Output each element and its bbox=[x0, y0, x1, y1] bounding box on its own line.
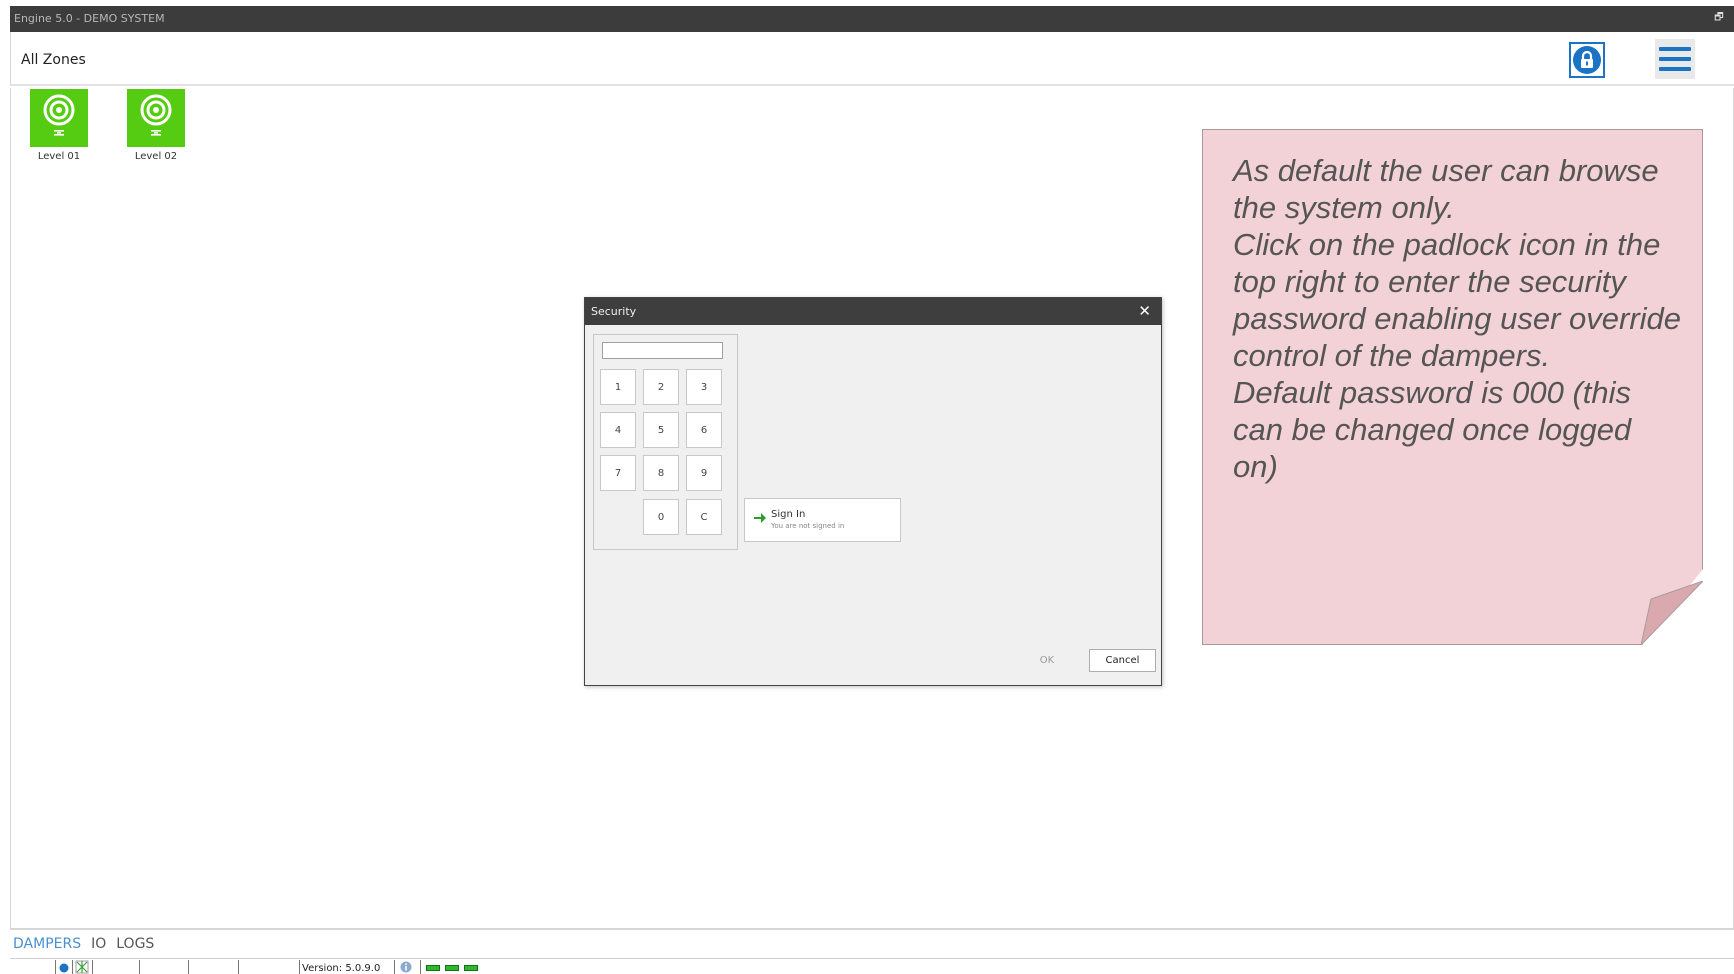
header-bar: All Zones bbox=[10, 32, 1734, 86]
tab-dampers[interactable]: DAMPERS bbox=[13, 936, 81, 954]
target-icon bbox=[43, 94, 75, 136]
tab-io[interactable]: IO bbox=[91, 936, 106, 954]
password-input[interactable] bbox=[602, 342, 723, 359]
zone-tile-level-02[interactable]: Level 02 bbox=[126, 89, 186, 162]
key-1-button[interactable]: 1 bbox=[600, 369, 636, 405]
status-divider bbox=[55, 960, 56, 974]
bottom-tabs: DAMPERS IO LOGS bbox=[13, 936, 154, 954]
zone-icon-box bbox=[30, 89, 88, 147]
status-bar: Version: 5.0.9.0 bbox=[10, 958, 1734, 974]
sign-in-label: Sign In bbox=[771, 509, 806, 520]
connection-dot-icon bbox=[59, 963, 69, 973]
status-divider bbox=[92, 960, 93, 974]
restore-window-icon[interactable]: 🗗 bbox=[1712, 11, 1726, 25]
key-9-button[interactable]: 9 bbox=[686, 455, 722, 491]
dialog-title: Security bbox=[591, 305, 637, 318]
key-0-button[interactable]: 0 bbox=[643, 499, 679, 535]
info-icon[interactable] bbox=[400, 961, 412, 973]
key-6-button[interactable]: 6 bbox=[686, 412, 722, 448]
zone-icon-box bbox=[127, 89, 185, 147]
app-window: Engine 5.0 - DEMO SYSTEM 🗗 All Zones Lev… bbox=[0, 0, 1734, 974]
target-icon bbox=[140, 94, 172, 136]
key-clear-button[interactable]: C bbox=[686, 499, 722, 535]
padlock-button[interactable] bbox=[1569, 42, 1605, 78]
key-3-button[interactable]: 3 bbox=[686, 369, 722, 405]
status-led-icon bbox=[464, 965, 478, 971]
status-divider bbox=[420, 960, 421, 974]
status-divider bbox=[394, 960, 395, 974]
instruction-note: As default the user can browse the syste… bbox=[1202, 129, 1703, 645]
page-title: All Zones bbox=[21, 52, 86, 68]
window-title: Engine 5.0 - DEMO SYSTEM bbox=[14, 12, 165, 25]
zone-label: Level 02 bbox=[134, 151, 178, 162]
sign-in-button[interactable]: Sign In You are not signed in bbox=[744, 498, 901, 542]
dialog-title-bar: Security ✕ bbox=[585, 298, 1161, 325]
note-text: As default the user can browse the syste… bbox=[1233, 153, 1682, 484]
status-led-icon bbox=[426, 965, 440, 971]
key-5-button[interactable]: 5 bbox=[643, 412, 679, 448]
title-bar: Engine 5.0 - DEMO SYSTEM 🗗 bbox=[10, 6, 1734, 32]
ok-button[interactable]: OK bbox=[1022, 649, 1072, 671]
tab-logs[interactable]: LOGS bbox=[116, 936, 154, 954]
status-divider bbox=[238, 960, 239, 974]
key-8-button[interactable]: 8 bbox=[643, 455, 679, 491]
canvas-bottom-border bbox=[10, 928, 1734, 930]
status-divider bbox=[299, 960, 300, 974]
network-icon[interactable] bbox=[75, 960, 89, 974]
status-led-icon bbox=[445, 965, 459, 971]
key-2-button[interactable]: 2 bbox=[643, 369, 679, 405]
keypad-panel: 1 2 3 4 5 6 7 8 9 0 C bbox=[593, 334, 738, 550]
padlock-icon bbox=[1573, 46, 1601, 74]
status-divider bbox=[72, 960, 73, 974]
version-text: Version: 5.0.9.0 bbox=[302, 963, 381, 974]
menu-bar bbox=[1659, 67, 1691, 71]
zone-tile-level-01[interactable]: Level 01 bbox=[29, 89, 89, 162]
cancel-button[interactable]: Cancel bbox=[1089, 649, 1156, 672]
close-icon[interactable]: ✕ bbox=[1138, 302, 1151, 320]
security-dialog: Security ✕ 1 2 3 4 5 6 7 8 9 0 C Sign In… bbox=[584, 297, 1162, 686]
menu-bar bbox=[1659, 57, 1691, 61]
key-7-button[interactable]: 7 bbox=[600, 455, 636, 491]
note-page-curl bbox=[1641, 581, 1703, 645]
hamburger-menu-button[interactable] bbox=[1655, 39, 1695, 79]
status-divider bbox=[139, 960, 140, 974]
status-divider bbox=[188, 960, 189, 974]
arrow-right-icon bbox=[754, 513, 766, 523]
key-4-button[interactable]: 4 bbox=[600, 412, 636, 448]
sign-in-status: You are not signed in bbox=[771, 522, 845, 530]
menu-bar bbox=[1659, 47, 1691, 51]
zone-label: Level 01 bbox=[37, 151, 81, 162]
